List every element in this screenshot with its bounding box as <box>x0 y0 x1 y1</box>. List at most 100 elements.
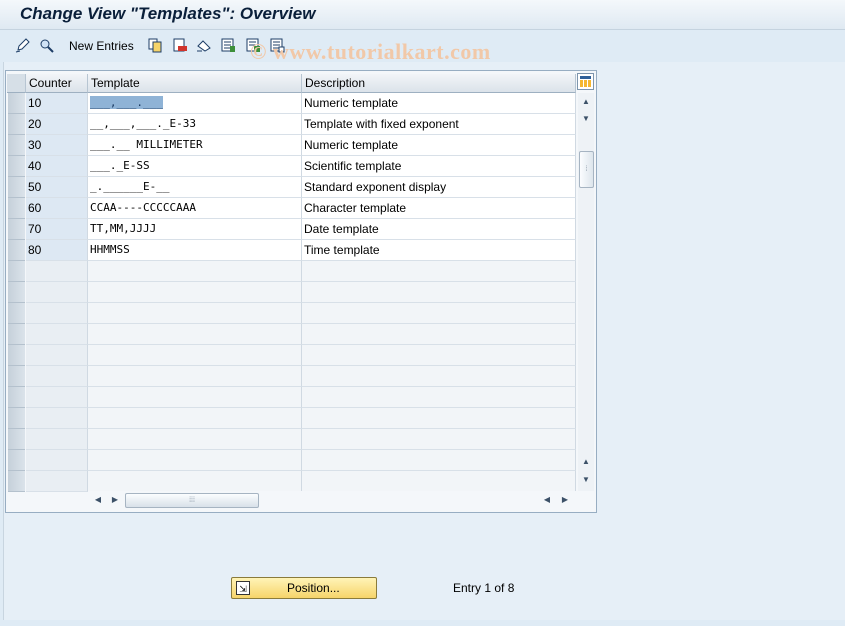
counter-cell[interactable] <box>26 261 88 282</box>
description-cell[interactable] <box>302 450 576 471</box>
template-cell[interactable]: ___._E-SS <box>88 156 302 177</box>
counter-cell[interactable]: 30 <box>26 135 88 156</box>
row-selector[interactable] <box>8 387 25 408</box>
template-cell[interactable]: ___.__ MILLIMETER <box>88 135 302 156</box>
row-selector[interactable] <box>8 219 25 240</box>
counter-cell[interactable] <box>26 408 88 429</box>
counter-cell[interactable]: 60 <box>26 198 88 219</box>
row-selector[interactable] <box>8 450 25 471</box>
template-cell[interactable] <box>88 450 302 471</box>
row-selector[interactable] <box>8 471 25 492</box>
scroll-page-up-icon[interactable]: ▲ <box>578 453 594 469</box>
description-cell[interactable]: Template with fixed exponent <box>302 114 576 135</box>
template-cell[interactable]: HHMMSS <box>88 240 302 261</box>
row-selector[interactable] <box>8 324 25 345</box>
description-cell[interactable]: Numeric template <box>302 93 576 114</box>
row-selector[interactable] <box>8 345 25 366</box>
row-selector[interactable] <box>8 303 25 324</box>
row-selector[interactable] <box>8 198 25 219</box>
column-header-description[interactable]: Description <box>302 74 576 93</box>
new-entries-button[interactable]: New Entries <box>69 39 134 53</box>
description-cell[interactable]: Standard exponent display <box>302 177 576 198</box>
scroll-left-icon[interactable]: ◀ <box>91 492 105 506</box>
description-cell[interactable] <box>302 303 576 324</box>
counter-cell[interactable] <box>26 471 88 492</box>
table-settings-icon[interactable] <box>577 73 594 90</box>
template-cell[interactable] <box>88 471 302 492</box>
description-cell[interactable] <box>302 429 576 450</box>
counter-cell[interactable] <box>26 345 88 366</box>
description-cell[interactable]: Date template <box>302 219 576 240</box>
scroll-page-down-icon[interactable]: ▼ <box>578 471 594 487</box>
template-cell[interactable] <box>88 261 302 282</box>
select-all-icon[interactable] <box>220 37 236 53</box>
description-cell[interactable]: Time template <box>302 240 576 261</box>
template-cell[interactable]: TT,MM,JJJJ <box>88 219 302 240</box>
counter-cell[interactable] <box>26 429 88 450</box>
counter-cell[interactable] <box>26 303 88 324</box>
copy-icon[interactable] <box>147 37 163 53</box>
counter-cell[interactable] <box>26 387 88 408</box>
row-selector[interactable] <box>8 114 25 135</box>
template-cell[interactable] <box>88 366 302 387</box>
scroll-right-end-icon[interactable]: ▶ <box>558 492 572 506</box>
counter-cell[interactable] <box>26 450 88 471</box>
description-cell[interactable]: Scientific template <box>302 156 576 177</box>
template-cell[interactable]: ___,___.___ <box>88 93 302 114</box>
description-cell[interactable] <box>302 282 576 303</box>
counter-cell[interactable] <box>26 324 88 345</box>
counter-cell[interactable]: 40 <box>26 156 88 177</box>
horizontal-scroll-thumb[interactable]: ⁞⁞⁞ <box>125 493 259 508</box>
row-selector[interactable] <box>8 177 25 198</box>
template-cell[interactable] <box>88 429 302 450</box>
row-selector[interactable] <box>8 408 25 429</box>
counter-cell[interactable]: 20 <box>26 114 88 135</box>
description-cell[interactable] <box>302 387 576 408</box>
scroll-left-end-icon[interactable]: ◀ <box>540 492 554 506</box>
row-selector[interactable] <box>8 366 25 387</box>
horizontal-scrollbar[interactable]: ◀ ▶ ⁞⁞⁞ ◀ ▶ <box>88 491 576 508</box>
scroll-down-icon[interactable]: ▼ <box>578 110 594 126</box>
description-cell[interactable] <box>302 324 576 345</box>
template-cell[interactable]: _.______E-__ <box>88 177 302 198</box>
undo-icon[interactable] <box>196 37 212 53</box>
row-selector[interactable] <box>8 156 25 177</box>
position-button[interactable]: ⇲ Position... <box>231 577 377 599</box>
description-cell[interactable] <box>302 366 576 387</box>
select-all-column-header[interactable] <box>7 74 26 93</box>
row-selector[interactable] <box>8 135 25 156</box>
row-selector[interactable] <box>8 93 25 114</box>
counter-cell[interactable]: 70 <box>26 219 88 240</box>
description-cell[interactable]: Character template <box>302 198 576 219</box>
template-cell[interactable]: CCAA----CCCCCAAA <box>88 198 302 219</box>
scroll-right-icon[interactable]: ▶ <box>108 492 122 506</box>
template-cell[interactable] <box>88 408 302 429</box>
column-header-template[interactable]: Template <box>88 74 302 93</box>
row-selector[interactable] <box>8 240 25 261</box>
counter-cell[interactable]: 50 <box>26 177 88 198</box>
template-cell[interactable]: __,___,___._E-33 <box>88 114 302 135</box>
row-selector[interactable] <box>8 282 25 303</box>
counter-cell[interactable] <box>26 366 88 387</box>
template-cell[interactable] <box>88 345 302 366</box>
description-cell[interactable] <box>302 408 576 429</box>
counter-cell[interactable]: 10 <box>26 93 88 114</box>
description-cell[interactable] <box>302 261 576 282</box>
template-cell[interactable] <box>88 387 302 408</box>
column-header-counter[interactable]: Counter <box>26 74 88 93</box>
edit-pencil-icon[interactable] <box>15 37 31 53</box>
counter-cell[interactable]: 80 <box>26 240 88 261</box>
row-selector[interactable] <box>8 261 25 282</box>
template-cell[interactable] <box>88 324 302 345</box>
description-cell[interactable]: Numeric template <box>302 135 576 156</box>
description-cell[interactable] <box>302 345 576 366</box>
row-selector[interactable] <box>8 429 25 450</box>
template-cell[interactable] <box>88 303 302 324</box>
vertical-scroll-thumb[interactable]: ⁞ <box>579 151 594 188</box>
counter-cell[interactable] <box>26 282 88 303</box>
description-cell[interactable] <box>302 471 576 492</box>
template-cell[interactable] <box>88 282 302 303</box>
vertical-scrollbar[interactable]: ▲ ▼ ⁞ ▲ ▼ <box>578 93 594 491</box>
delete-icon[interactable] <box>172 37 188 53</box>
scroll-up-icon[interactable]: ▲ <box>578 93 594 109</box>
